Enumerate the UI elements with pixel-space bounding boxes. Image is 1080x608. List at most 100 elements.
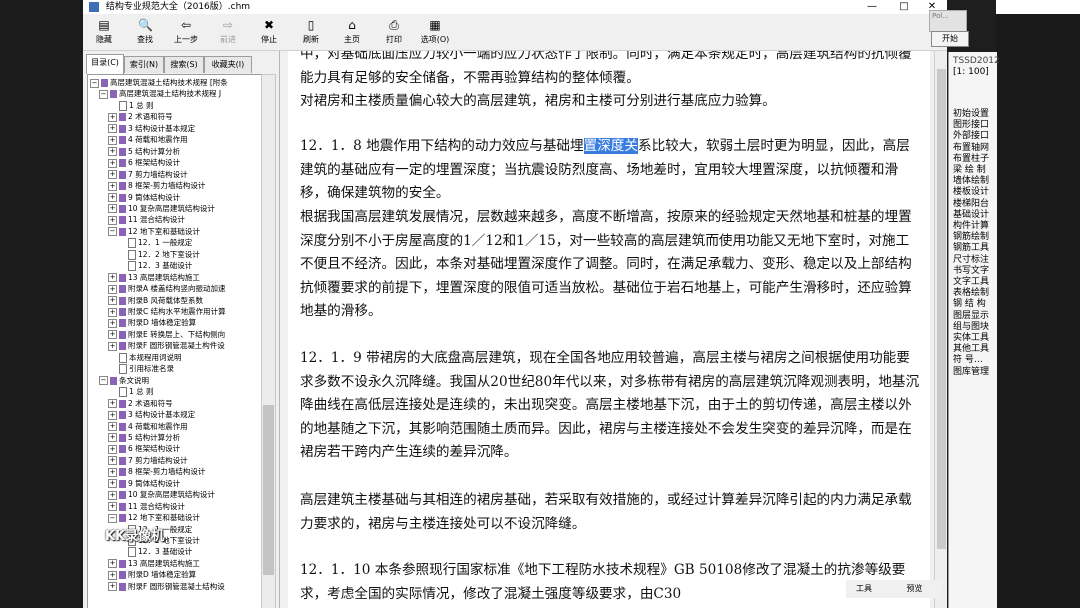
tree-node[interactable]: + 附录F 圆形钢管混凝土构件设 xyxy=(108,340,225,351)
minimize-button[interactable]: — xyxy=(857,0,887,14)
tssd-menu-item[interactable]: 其他工具 xyxy=(953,344,989,355)
tree-node[interactable]: − 高层建筑混凝土结构技术规程 J xyxy=(99,88,221,99)
tree-node[interactable]: +7 剪力墙结构设计 xyxy=(108,455,188,466)
expand-icon[interactable]: + xyxy=(108,147,117,157)
tree-node[interactable]: + 附录A 楼盖结构竖向振动加速 xyxy=(108,283,226,294)
tree-node[interactable]: + 附录D 墙体稳定验算 xyxy=(108,569,196,580)
expand-icon[interactable]: + xyxy=(108,204,117,214)
collapse-icon[interactable]: − xyxy=(108,513,117,523)
tssd-menu-item[interactable]: 初始设置 xyxy=(953,109,989,120)
tssd-menu-item[interactable]: 布置柱子 xyxy=(953,154,989,165)
tree-node[interactable]: +8 框架-剪力墙结构设计 xyxy=(108,466,205,477)
tree-node[interactable]: +5 结构计算分析 xyxy=(108,146,180,157)
expand-icon[interactable]: + xyxy=(108,490,117,500)
tree-node[interactable]: + 附录E 转换层上、下结构侧向 xyxy=(108,329,225,340)
expand-icon[interactable]: + xyxy=(108,422,117,431)
tree-node[interactable]: + 附录B 风荷载体型系数 xyxy=(108,295,203,306)
tree-scroll-thumb[interactable] xyxy=(263,405,274,575)
tssd-menu-item[interactable]: 楼梯阳台 xyxy=(953,199,989,210)
expand-icon[interactable]: + xyxy=(108,467,117,477)
tree-node[interactable]: + 附录D 墙体稳定验算 xyxy=(108,317,196,328)
tree-node[interactable]: +2 术语和符号 xyxy=(108,111,173,122)
expand-icon[interactable]: + xyxy=(108,479,117,489)
tree-node[interactable]: 1 总 则 xyxy=(108,100,154,111)
tree-node[interactable]: + 附录F 圆形钢管混凝土结构设 xyxy=(108,581,225,592)
expand-icon[interactable]: + xyxy=(108,433,117,443)
tree-node[interactable]: +10 复杂高层建筑结构设计 xyxy=(108,203,215,214)
tree-node[interactable]: − 条文说明 xyxy=(99,375,149,386)
tree-node[interactable]: +3 结构设计基本规定 xyxy=(108,123,195,134)
expand-icon[interactable]: + xyxy=(108,456,117,466)
expand-icon[interactable]: + xyxy=(108,181,117,191)
tssd-menu-item[interactable]: 钢筋绘制 xyxy=(953,232,989,243)
expand-icon[interactable]: + xyxy=(108,318,117,328)
expand-icon[interactable]: + xyxy=(108,570,117,580)
refresh-button[interactable]: ▯ 刷新 xyxy=(293,18,329,45)
content-scroll-thumb[interactable] xyxy=(937,69,946,549)
tssd-menu-item[interactable]: 外部接口 xyxy=(953,131,989,142)
expand-icon[interactable]: + xyxy=(108,193,117,202)
tree-node[interactable]: − 12 地下室和基础设计 xyxy=(108,512,200,523)
tree-node[interactable]: 本规程用词说明 xyxy=(108,352,182,363)
tree-node[interactable]: +13 高层建筑结构施工 xyxy=(108,558,200,569)
tree-node[interactable]: +5 结构计算分析 xyxy=(108,432,180,443)
collapse-icon[interactable]: − xyxy=(90,78,99,88)
tssd-menu-item[interactable]: 图层显示 xyxy=(953,311,989,322)
expand-icon[interactable]: + xyxy=(108,135,117,145)
tssd-menu-item[interactable]: 梁 绘 制 xyxy=(953,165,986,176)
tree-node[interactable]: 12．1 一般规定 xyxy=(117,237,192,249)
tree-node[interactable]: +9 筒体结构设计 xyxy=(108,478,180,489)
popup-window[interactable]: Pol... xyxy=(929,10,967,32)
back-button[interactable]: ⇦ 上一步 xyxy=(168,18,204,45)
tssd-menu-item[interactable]: 表格绘制 xyxy=(953,288,989,299)
tree-node[interactable]: +9 筒体结构设计 xyxy=(108,192,180,203)
hide-button[interactable]: ▤ 隐藏 xyxy=(86,18,122,45)
preview-label[interactable]: 预览 xyxy=(907,584,923,593)
tree-node[interactable]: 12．3 基础设计 xyxy=(117,260,192,272)
expand-icon[interactable]: + xyxy=(108,284,117,294)
expand-icon[interactable]: + xyxy=(108,158,117,168)
tree-node[interactable]: − 高层建筑混凝土结构技术规程 [附条 xyxy=(90,77,228,88)
tree-node[interactable]: 12．2 地下室设计 xyxy=(117,249,200,260)
tssd-menu-item[interactable]: 图形接口 xyxy=(953,120,989,131)
tree-node[interactable]: +6 框架结构设计 xyxy=(108,157,180,168)
expand-icon[interactable]: + xyxy=(108,399,117,409)
tree-node[interactable]: +13 高层建筑结构施工 xyxy=(108,272,200,283)
expand-icon[interactable]: + xyxy=(108,341,117,351)
tree-node[interactable]: +4 荷载和地震作用 xyxy=(108,421,188,432)
expand-icon[interactable]: + xyxy=(108,410,117,420)
tssd-menu-item[interactable]: 墙体绘制 xyxy=(953,176,989,187)
expand-icon[interactable]: + xyxy=(108,307,117,317)
collapse-icon[interactable]: − xyxy=(99,376,108,386)
tree-node[interactable]: − 12 地下室和基础设计 xyxy=(108,226,200,237)
tssd-menu-item[interactable]: 符 号… xyxy=(953,355,983,366)
tssd-menu-item[interactable]: 构件计算 xyxy=(953,221,989,232)
expand-icon[interactable]: + xyxy=(108,215,117,225)
tssd-menu-item[interactable]: 楼板设计 xyxy=(953,187,989,198)
tssd-menu-item[interactable]: 图库管理 xyxy=(953,367,989,378)
stop-button[interactable]: ✖ 停止 xyxy=(251,18,287,45)
print-button[interactable]: ⎙ 打印 xyxy=(376,18,412,45)
tree-node[interactable]: +4 荷载和地震作用 xyxy=(108,134,188,145)
tssd-menu-item[interactable]: 文字工具 xyxy=(953,277,989,288)
content-scrollbar[interactable] xyxy=(934,51,947,608)
tab-favorites[interactable]: 收藏夹(I) xyxy=(204,56,252,73)
expand-icon[interactable]: + xyxy=(108,273,117,283)
selected-text[interactable]: 置深度关 xyxy=(583,138,638,154)
expand-icon[interactable]: + xyxy=(108,124,117,134)
tree-node[interactable]: +10 复杂高层建筑结构设计 xyxy=(108,489,215,500)
expand-icon[interactable]: + xyxy=(108,330,117,340)
tree-node[interactable]: +2 术语和符号 xyxy=(108,398,173,409)
tssd-menu-item[interactable]: 组与图块 xyxy=(953,322,989,333)
tree-node[interactable]: 1 总 则 xyxy=(108,386,154,398)
tree-node[interactable]: +3 结构设计基本规定 xyxy=(108,409,195,420)
tab-index[interactable]: 索引(N) xyxy=(124,56,164,73)
tab-contents[interactable]: 目录(C) xyxy=(86,54,124,74)
tssd-menu-item[interactable]: 布置轴网 xyxy=(953,143,989,154)
tssd-menu-item[interactable]: 书写文字 xyxy=(953,266,989,277)
tssd-menu-item[interactable]: 钢 结 构 xyxy=(953,299,986,310)
tree-node[interactable]: +11 混合结构设计 xyxy=(108,214,185,225)
expand-icon[interactable]: + xyxy=(108,444,117,454)
tools-label[interactable]: 工具 xyxy=(856,584,872,593)
tree-node[interactable]: +11 混合结构设计 xyxy=(108,501,185,512)
